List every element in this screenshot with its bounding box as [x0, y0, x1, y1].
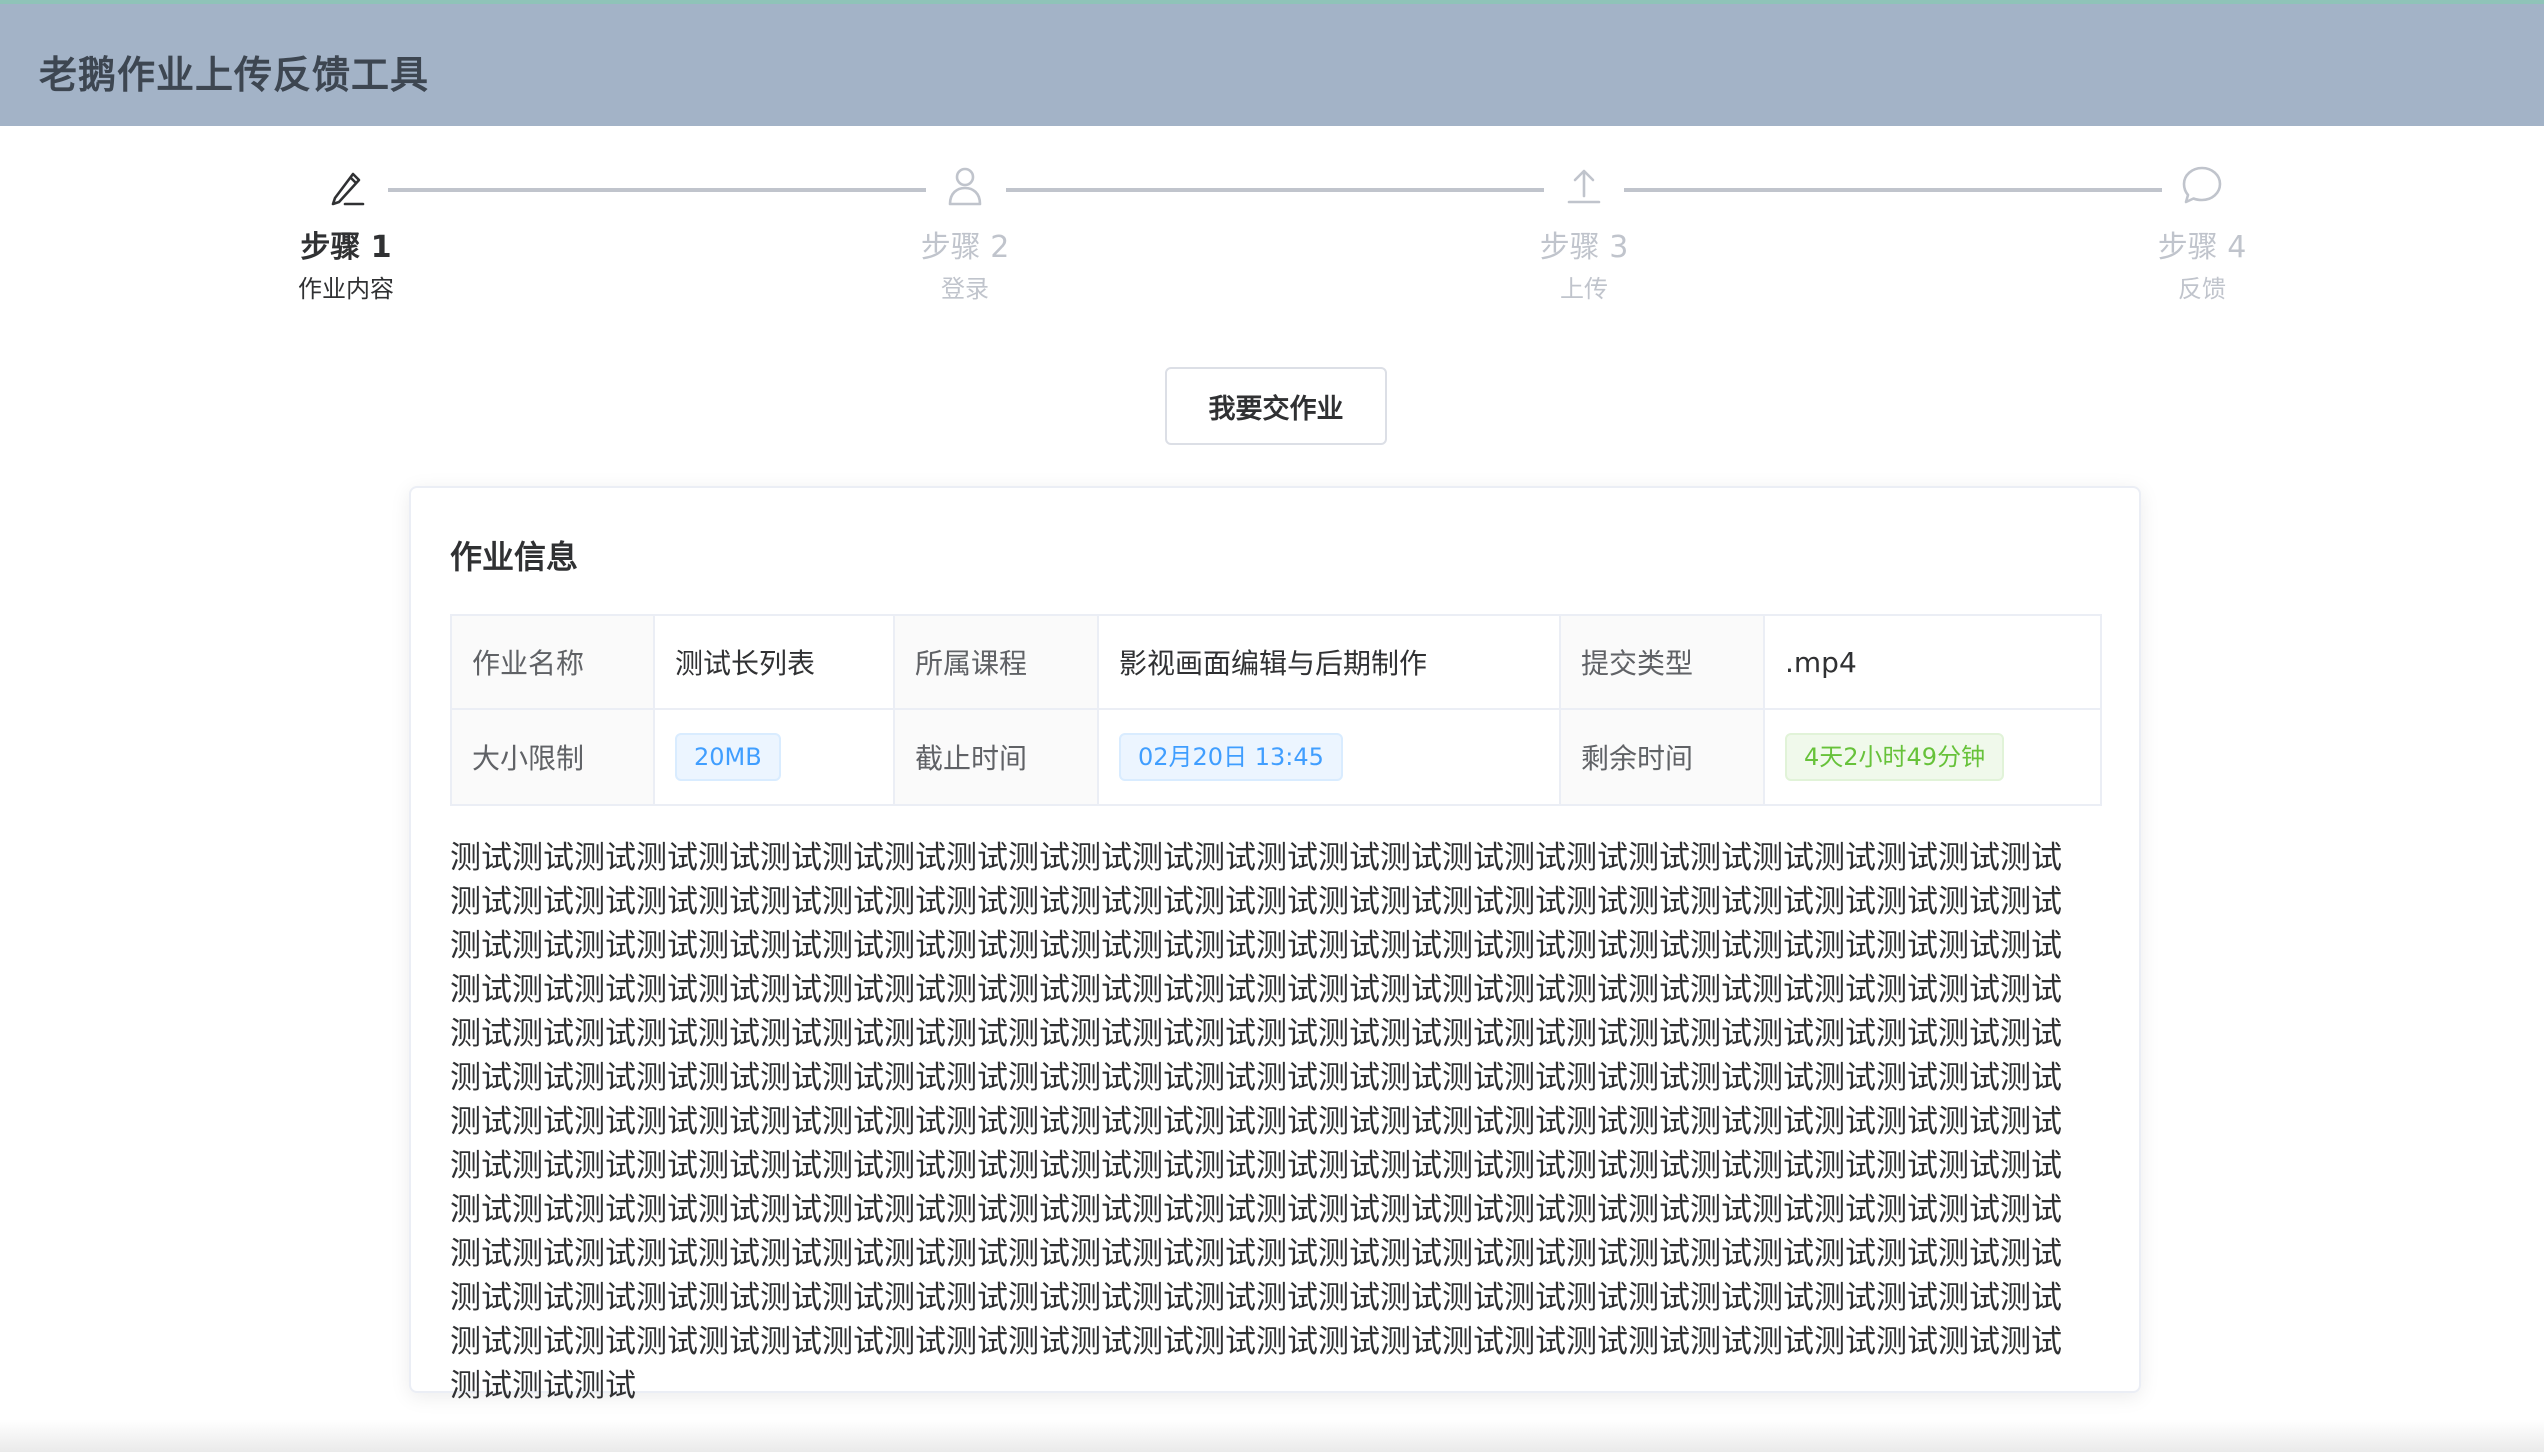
step-3: 步骤 3 上传 [1474, 160, 1694, 304]
homework-info-table: 作业名称 测试长列表 所属课程 影视画面编辑与后期制作 提交类型 .mp4 大小… [450, 614, 2102, 806]
step-desc: 作业内容 [298, 275, 394, 303]
step-title: 步骤 2 [920, 230, 1010, 265]
size-limit-tag: 20MB [675, 733, 781, 781]
step-connector [1006, 188, 1544, 192]
step-desc: 反馈 [2178, 275, 2226, 303]
remaining-time-tag: 4天2小时49分钟 [1785, 733, 2005, 781]
step-desc: 登录 [941, 275, 989, 303]
chat-bubble-icon [2182, 166, 2222, 204]
step-4: 步骤 4 反馈 [2092, 160, 2312, 304]
value-size-limit-cell: 20MB [653, 708, 895, 806]
steps-bar: 步骤 1 作业内容 步骤 2 登录 步骤 3 上传 步骤 4 反馈 [0, 160, 2544, 330]
table-row: 大小限制 20MB 截止时间 02月20日 13:45 剩余时间 4天2小时49… [450, 708, 2102, 806]
value-submit-type: .mp4 [1763, 614, 2102, 710]
table-row: 作业名称 测试长列表 所属课程 影视画面编辑与后期制作 提交类型 .mp4 [450, 614, 2102, 710]
value-deadline-cell: 02月20日 13:45 [1097, 708, 1561, 806]
step-connector [388, 188, 926, 192]
step-title: 步骤 1 [300, 230, 392, 265]
app-header: 老鹅作业上传反馈工具 [0, 0, 2544, 126]
value-course: 影视画面编辑与后期制作 [1097, 614, 1561, 710]
label-deadline: 截止时间 [893, 708, 1099, 806]
label-course: 所属课程 [893, 614, 1099, 710]
deadline-tag: 02月20日 13:45 [1119, 733, 1343, 781]
upload-icon [1567, 169, 1601, 204]
edit-icon [331, 172, 365, 206]
user-icon [948, 167, 982, 206]
card-title: 作业信息 [450, 538, 579, 576]
label-remaining-time: 剩余时间 [1559, 708, 1765, 806]
step-desc: 上传 [1560, 275, 1608, 303]
homework-info-card: 作业信息 作业名称 测试长列表 所属课程 影视画面编辑与后期制作 提交类型 .m… [409, 486, 2141, 1404]
label-submit-type: 提交类型 [1559, 614, 1765, 710]
step-title: 步骤 3 [1539, 230, 1629, 265]
step-2: 步骤 2 登录 [855, 160, 1075, 304]
value-homework-name: 测试长列表 [653, 614, 895, 710]
app-title: 老鹅作业上传反馈工具 [39, 53, 430, 97]
value-remaining-time-cell: 4天2小时49分钟 [1763, 708, 2102, 806]
step-title: 步骤 4 [2157, 230, 2247, 265]
label-homework-name: 作业名称 [450, 614, 655, 710]
step-1: 步骤 1 作业内容 [236, 160, 456, 304]
bottom-shadow [0, 1420, 2544, 1452]
label-size-limit: 大小限制 [450, 708, 655, 806]
step-connector [1624, 188, 2162, 192]
submit-homework-button[interactable]: 我要交作业 [1165, 367, 1387, 445]
homework-description: 测试测试测试测试测试测试测试测试测试测试测试测试测试测试测试测试测试测试测试测试… [450, 840, 2062, 1404]
